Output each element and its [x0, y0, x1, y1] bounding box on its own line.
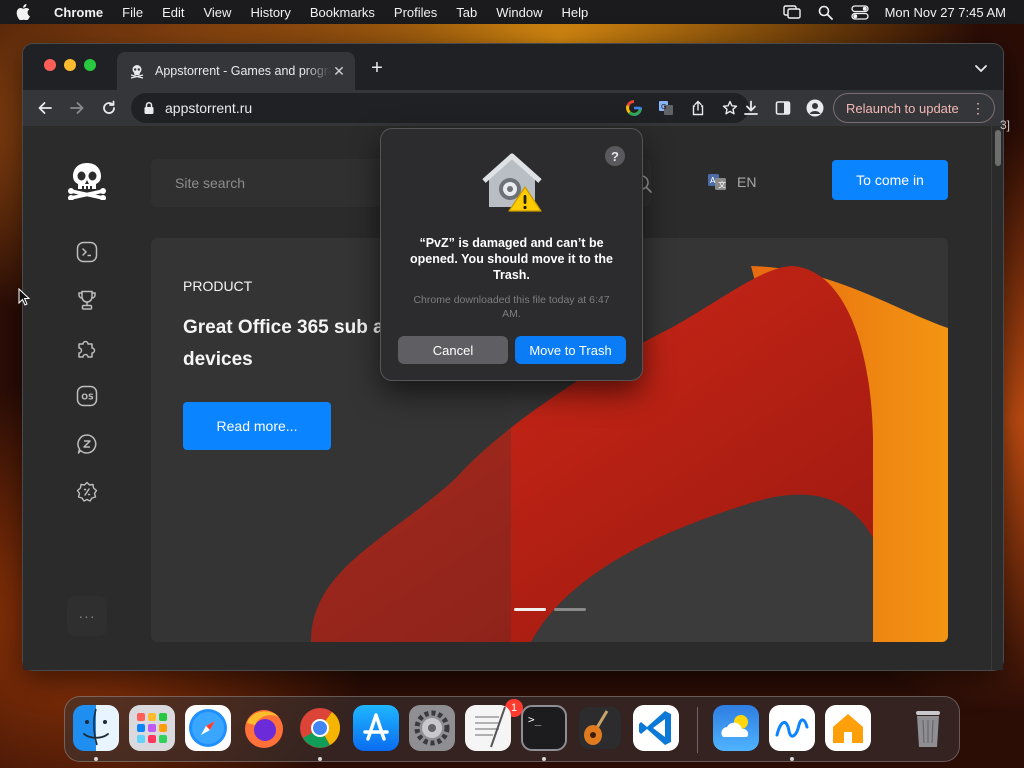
- menu-file[interactable]: File: [122, 5, 143, 20]
- menu-app-name[interactable]: Chrome: [54, 5, 103, 20]
- sidebar-puzzle-icon[interactable]: [75, 336, 99, 360]
- dock: 1 >_: [64, 696, 960, 762]
- system-settings-icon[interactable]: [409, 705, 455, 751]
- menu-window[interactable]: Window: [496, 5, 542, 20]
- weather-icon[interactable]: [713, 705, 759, 751]
- trash-icon[interactable]: [905, 705, 951, 751]
- app-store-icon[interactable]: [353, 705, 399, 751]
- site-search-placeholder: Site search: [175, 175, 246, 191]
- scrollbar-thumb[interactable]: [995, 130, 1001, 166]
- damaged-app-alert: ? “PvZ” is damaged and can’t be opened. …: [381, 129, 642, 380]
- svg-text:文: 文: [718, 180, 726, 190]
- translate-language-icon: A文: [707, 172, 727, 192]
- carousel-dot-active[interactable]: [514, 608, 546, 611]
- menu-history[interactable]: History: [250, 5, 290, 20]
- menu-tab[interactable]: Tab: [456, 5, 477, 20]
- safari-icon[interactable]: [185, 705, 231, 751]
- control-center-icon[interactable]: [850, 4, 869, 20]
- spotlight-search-icon[interactable]: [817, 4, 835, 20]
- background-window-text: 3]: [1000, 118, 1011, 132]
- menu-bar: Chrome File Edit View History Bookmarks …: [0, 0, 1024, 24]
- sidebar-badge-icon[interactable]: [75, 480, 99, 504]
- home-icon[interactable]: [825, 705, 871, 751]
- menu-bookmarks[interactable]: Bookmarks: [310, 5, 375, 20]
- terminal-running-indicator: [542, 757, 546, 761]
- apple-menu-icon[interactable]: [16, 4, 30, 20]
- menu-view[interactable]: View: [203, 5, 231, 20]
- read-more-button[interactable]: Read more...: [183, 402, 331, 450]
- dock-separator: [697, 707, 698, 753]
- sidebar-os-icon[interactable]: OS: [75, 384, 99, 408]
- cancel-button[interactable]: Cancel: [398, 336, 508, 364]
- garageband-icon[interactable]: [577, 705, 623, 751]
- banner-tag: PRODUCT: [183, 278, 253, 294]
- freeform-running-indicator: [790, 757, 794, 761]
- menu-help[interactable]: Help: [562, 5, 589, 20]
- chrome-icon[interactable]: [297, 705, 343, 751]
- freeform-icon[interactable]: [769, 705, 815, 751]
- svg-text:OS: OS: [81, 393, 94, 402]
- language-switcher[interactable]: A文 EN: [707, 172, 756, 192]
- finder-running-indicator: [94, 757, 98, 761]
- menu-edit[interactable]: Edit: [162, 5, 184, 20]
- screen-mirroring-icon[interactable]: [782, 4, 801, 20]
- sidebar-more-button[interactable]: ···: [67, 596, 107, 636]
- textedit-icon[interactable]: [465, 705, 511, 751]
- launchpad-icon[interactable]: [129, 705, 175, 751]
- menubar-clock[interactable]: Mon Nov 27 7:45 AM: [885, 5, 1006, 20]
- menu-profiles[interactable]: Profiles: [394, 5, 437, 20]
- alert-informative-text: Chrome downloaded this file today at 6:4…: [413, 294, 610, 320]
- finder-icon[interactable]: [73, 705, 119, 751]
- vscode-icon[interactable]: [633, 705, 679, 751]
- login-button[interactable]: To come in: [832, 160, 948, 200]
- alert-message: “PvZ” is damaged and can’t be opened. Yo…: [409, 236, 613, 282]
- sidebar-chat-icon[interactable]: [75, 432, 99, 456]
- help-button[interactable]: ?: [605, 146, 625, 166]
- page-scrollbar[interactable]: [991, 126, 1003, 670]
- site-logo-skull-icon[interactable]: [67, 160, 107, 201]
- sidebar-trophy-icon[interactable]: [75, 288, 99, 312]
- svg-text:>_: >_: [528, 713, 542, 726]
- gatekeeper-warning-icon: [481, 153, 543, 213]
- firefox-icon[interactable]: [241, 705, 287, 751]
- svg-text:A: A: [710, 176, 716, 185]
- carousel-dot[interactable]: [554, 608, 586, 611]
- mouse-cursor-icon: [18, 287, 31, 306]
- terminal-icon[interactable]: >_: [521, 705, 567, 751]
- move-to-trash-button[interactable]: Move to Trash: [515, 336, 626, 364]
- chrome-running-indicator: [318, 757, 322, 761]
- status-area: Mon Nov 27 7:45 AM: [782, 0, 1006, 24]
- sidebar-terminal-icon[interactable]: [75, 240, 99, 264]
- language-label: EN: [737, 174, 757, 190]
